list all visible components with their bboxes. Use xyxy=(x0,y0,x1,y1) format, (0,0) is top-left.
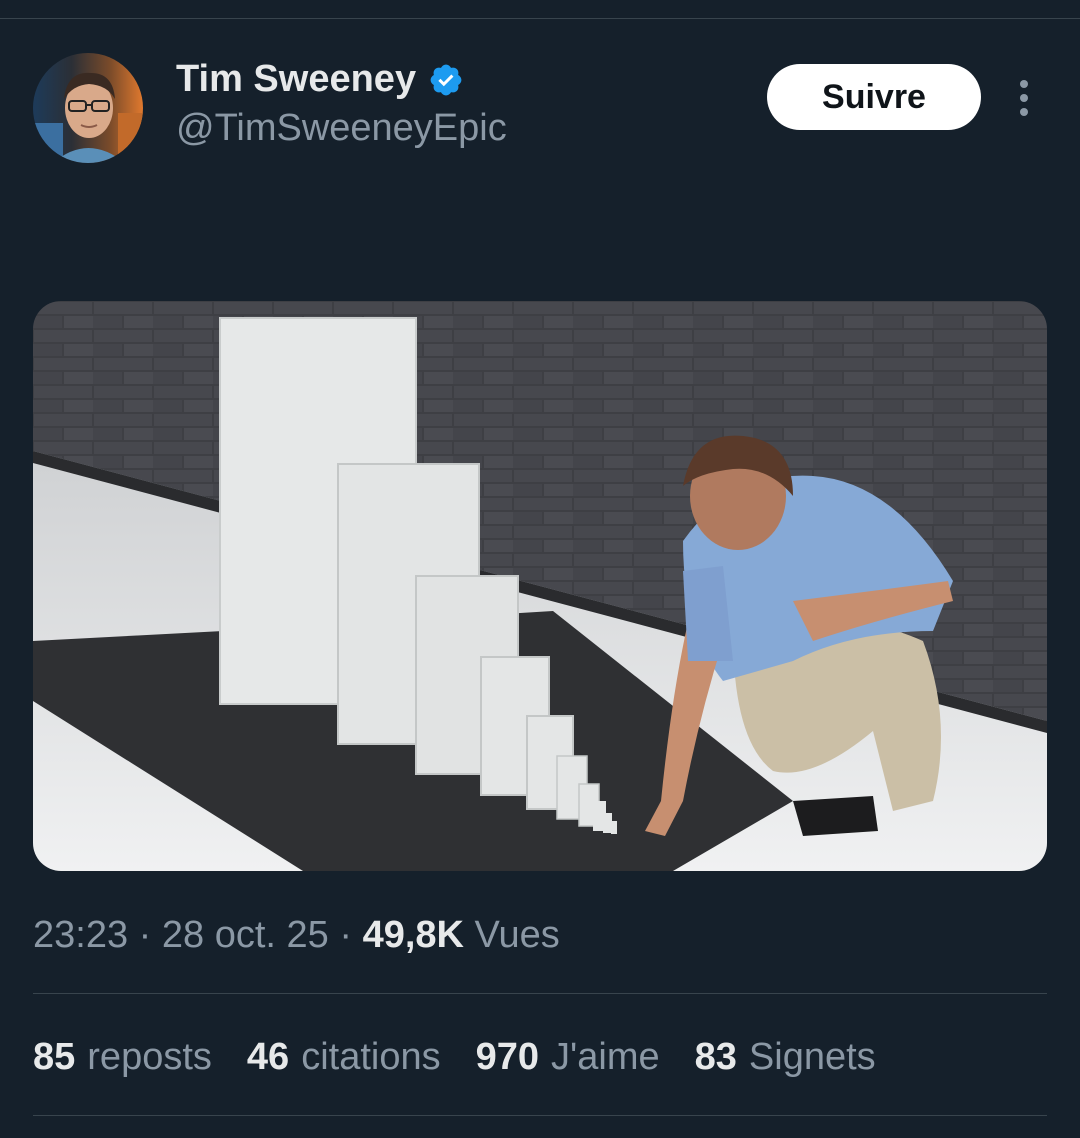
stat-bookmarks[interactable]: 83 Signets xyxy=(695,1036,876,1079)
stat-label: reposts xyxy=(87,1036,212,1078)
meta-separator: · xyxy=(339,914,352,956)
tweet-time[interactable]: 23:23 xyxy=(33,914,128,956)
top-divider xyxy=(0,18,1080,19)
tweet-meta: 23:23 · 28 oct. 25 · 49,8K Vues xyxy=(33,914,560,957)
photo-icon xyxy=(33,301,1047,871)
stat-count: 85 xyxy=(33,1036,76,1078)
tweet-date[interactable]: 28 oct. 25 xyxy=(162,914,329,956)
tweet-photo[interactable] xyxy=(33,301,1047,871)
author-name-text: Tim Sweeney xyxy=(176,58,417,100)
stat-count: 83 xyxy=(694,1036,737,1078)
verified-badge-icon xyxy=(428,62,464,98)
meta-separator: · xyxy=(138,914,152,956)
author-avatar[interactable] xyxy=(33,53,143,163)
stat-likes[interactable]: 970 J'aime xyxy=(476,1036,660,1079)
stat-label: Signets xyxy=(748,1036,876,1078)
stat-label: citations xyxy=(301,1036,441,1078)
engagement-stats: 85 reposts 46 citations 970 J'aime 83 Signet… xyxy=(33,1036,911,1079)
stat-count: 970 xyxy=(475,1036,539,1078)
more-dot xyxy=(1020,94,1028,102)
stat-quotes[interactable]: 46 citations xyxy=(247,1036,441,1079)
author-handle[interactable]: @TimSweeneyEpic xyxy=(176,107,507,150)
follow-button[interactable]: Suivre xyxy=(767,64,981,130)
more-dot xyxy=(1020,80,1028,88)
more-vertical-icon[interactable] xyxy=(1006,76,1042,120)
more-dot xyxy=(1020,108,1028,116)
views-count: 49,8K xyxy=(362,914,464,956)
divider xyxy=(33,1115,1047,1116)
author-name[interactable]: Tim Sweeney xyxy=(176,58,464,101)
stat-reposts[interactable]: 85 reposts xyxy=(33,1036,212,1079)
stat-label: J'aime xyxy=(551,1036,660,1078)
stat-count: 46 xyxy=(246,1036,290,1078)
views-label: Vues xyxy=(474,914,560,956)
avatar-image xyxy=(33,53,143,163)
divider xyxy=(33,993,1047,994)
tweet-page: Tim Sweeney @TimSweeneyEpic Suivre 23:23… xyxy=(0,0,1080,1138)
